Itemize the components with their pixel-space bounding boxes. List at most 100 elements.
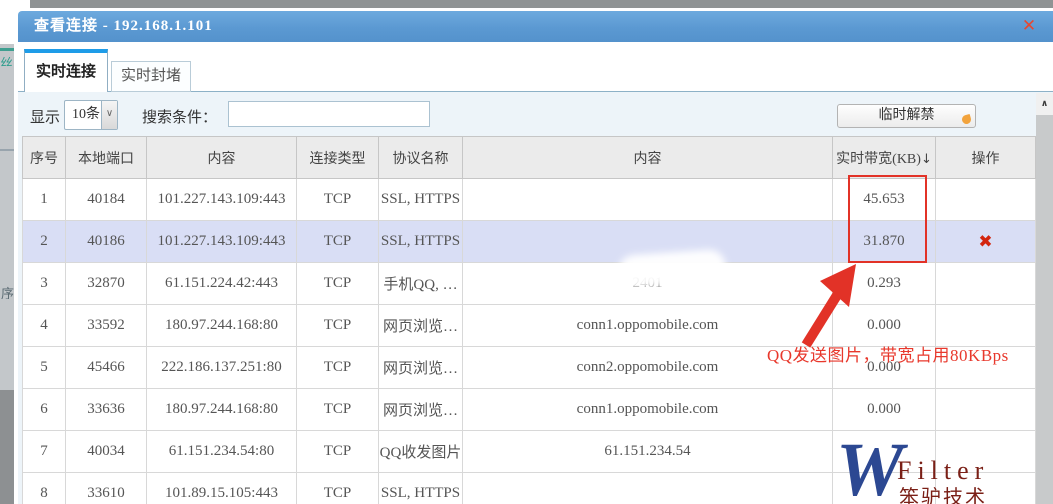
- cell-protocol: 网页浏览…: [378, 346, 463, 389]
- cell-protocol: SSL, HTTPS: [378, 178, 463, 221]
- cell-content: 101.89.15.105:443: [146, 472, 297, 504]
- show-label: 显示: [30, 110, 61, 126]
- column-header[interactable]: 实时带宽(KB)↓: [832, 136, 936, 179]
- cell-bandwidth: 31.870: [832, 220, 936, 263]
- cell-port: 40034: [65, 430, 147, 473]
- cell-no: 2: [22, 220, 66, 263]
- table-row[interactable]: 4 33592 180.97.244.168:80 TCP 网页浏览… conn1.opp…: [22, 304, 1036, 347]
- cell-no: 7: [22, 430, 66, 473]
- close-icon[interactable]: ✕: [1019, 16, 1039, 36]
- table-row[interactable]: 6 33636 180.97.244.168:80 TCP 网页浏览… conn1.opp…: [22, 388, 1036, 431]
- cell-content2: [462, 472, 833, 504]
- cell-content: 61.151.234.54:80: [146, 430, 297, 473]
- cell-op: [935, 304, 1036, 347]
- tab-realtime-blocking[interactable]: 实时封堵: [111, 61, 191, 92]
- cell-content: 180.97.244.168:80: [146, 388, 297, 431]
- cell-bandwidth: [832, 430, 936, 473]
- cell-port: 33592: [65, 304, 147, 347]
- background-page-sliver: [0, 44, 14, 390]
- scrollbar-thumb[interactable]: [1036, 115, 1053, 504]
- cell-content2: [462, 178, 833, 221]
- cell-bandwidth: 0.000: [832, 388, 936, 431]
- cell-port: 32870: [65, 262, 147, 305]
- cell-op: ✖: [935, 220, 1036, 263]
- column-header: 本地端口: [65, 136, 147, 179]
- cell-content: 101.227.143.109:443: [146, 220, 297, 263]
- page-size-value: 10条: [72, 107, 100, 122]
- background-divider: [0, 48, 14, 51]
- cell-port: 40184: [65, 178, 147, 221]
- cell-no: 3: [22, 262, 66, 305]
- cell-content2: 61.151.234.54: [462, 430, 833, 473]
- cell-bandwidth: 0.000: [832, 304, 936, 347]
- cell-content: 180.97.244.168:80: [146, 304, 297, 347]
- cell-type: TCP: [296, 220, 379, 263]
- chevron-down-icon[interactable]: ∨: [101, 101, 117, 129]
- cell-no: 5: [22, 346, 66, 389]
- cell-bandwidth: 0.293: [832, 262, 936, 305]
- cell-content2: conn1.oppomobile.com: [462, 304, 833, 347]
- cell-no: 4: [22, 304, 66, 347]
- cell-type: TCP: [296, 178, 379, 221]
- cell-protocol: 网页浏览…: [378, 304, 463, 347]
- column-header: 内容: [146, 136, 297, 179]
- cell-bandwidth: 45.653: [832, 178, 936, 221]
- column-header: 内容: [462, 136, 833, 179]
- column-header: 操作: [935, 136, 1036, 179]
- page-size-select[interactable]: 10条 ∨: [64, 100, 118, 130]
- cell-port: 33610: [65, 472, 147, 504]
- cell-type: TCP: [296, 430, 379, 473]
- search-input[interactable]: [228, 101, 430, 127]
- cell-no: 6: [22, 388, 66, 431]
- cell-content2: conn1.oppomobile.com: [462, 388, 833, 431]
- cell-port: 40186: [65, 220, 147, 263]
- background-window-strip: [30, 0, 1053, 8]
- cell-no: 8: [22, 472, 66, 504]
- cell-port: 45466: [65, 346, 147, 389]
- temporary-unban-label: 临时解禁: [878, 108, 935, 123]
- table-row[interactable]: 33287061.151.224.42:443TCP手机QQ, …24010.2…: [22, 262, 1036, 305]
- temporary-unban-button[interactable]: 临时解禁: [837, 104, 976, 128]
- cell-op: [935, 262, 1036, 305]
- table-row[interactable]: 5 45466 222.186.137.251:80 TCP 网页浏览… conn2.op…: [22, 346, 1036, 389]
- cell-protocol: QQ收发图片: [378, 430, 463, 473]
- cell-type: TCP: [296, 304, 379, 347]
- table-body: 1 40184 101.227.143.109:443 TCP SSL, HTTPS 45…: [22, 178, 1036, 504]
- cell-protocol: SSL, HTTPS: [378, 472, 463, 504]
- search-label: 搜索条件：: [142, 110, 218, 126]
- cell-content2: [462, 220, 833, 263]
- table-row[interactable]: 7 40034 61.151.234.54:80 TCP QQ收发图片 61.151.23…: [22, 430, 1036, 473]
- table-header-row: 序号 本地端口 内容 连接类型 协议名称 内容 实时带宽(KB)↓ 操作: [22, 136, 1036, 179]
- cell-bandwidth: [832, 472, 936, 504]
- table-row[interactable]: 2 40186 101.227.143.109:443 TCP SSL, HTTPS 31…: [22, 220, 1036, 263]
- cell-protocol: 手机QQ, …: [378, 262, 463, 305]
- cell-type: TCP: [296, 472, 379, 504]
- scroll-up-icon[interactable]: ∧: [1036, 93, 1053, 115]
- cell-op: [935, 178, 1036, 221]
- cell-type: TCP: [296, 262, 379, 305]
- table-row[interactable]: 1 40184 101.227.143.109:443 TCP SSL, HTTPS 45…: [22, 178, 1036, 221]
- cell-op: [935, 472, 1036, 504]
- connections-table: 序号 本地端口 内容 连接类型 协议名称 内容 实时带宽(KB)↓ 操作 1 40184 101.…: [22, 136, 1036, 504]
- block-icon[interactable]: ✖: [978, 232, 992, 252]
- tab-realtime-connections[interactable]: 实时连接: [24, 49, 108, 92]
- cell-content: 101.227.143.109:443: [146, 178, 297, 221]
- table-row[interactable]: 8 33610 101.89.15.105:443 TCP SSL, HTTPS: [22, 472, 1036, 504]
- cell-type: TCP: [296, 346, 379, 389]
- background-text-fragment: 丝: [0, 56, 14, 67]
- cell-no: 1: [22, 178, 66, 221]
- cell-type: TCP: [296, 388, 379, 431]
- cell-content: 222.186.137.251:80: [146, 346, 297, 389]
- sort-desc-icon: ↓: [920, 151, 932, 167]
- column-header: 序号: [22, 136, 66, 179]
- cell-protocol: 网页浏览…: [378, 388, 463, 431]
- dialog-title: 查看连接 - 192.168.1.101: [34, 18, 213, 34]
- cell-port: 33636: [65, 388, 147, 431]
- button-corner-icon: [960, 113, 973, 126]
- column-header: 连接类型: [296, 136, 379, 179]
- cell-op: [935, 346, 1036, 389]
- background-scroll-area: [0, 390, 14, 504]
- column-header: 协议名称: [378, 136, 463, 179]
- cell-op: [935, 388, 1036, 431]
- cell-content2: conn2.oppomobile.com: [462, 346, 833, 389]
